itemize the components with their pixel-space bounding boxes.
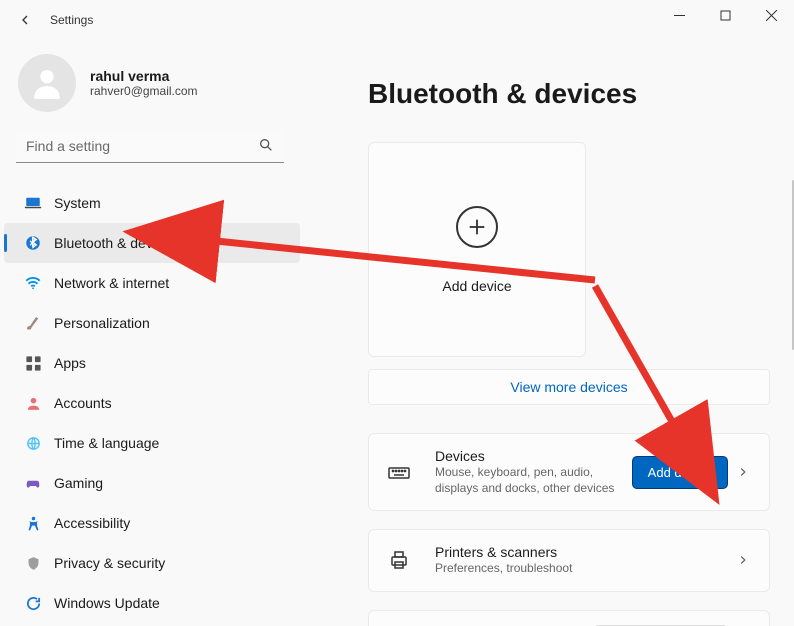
your-phone-card[interactable]: Your Phone Instantly access your Open Yo… bbox=[368, 610, 770, 626]
accessibility-icon bbox=[22, 515, 44, 532]
sidebar-item-privacy[interactable]: Privacy & security bbox=[4, 543, 300, 583]
account-icon bbox=[22, 395, 44, 412]
sidebar-item-bluetooth[interactable]: Bluetooth & devices bbox=[4, 223, 300, 263]
search-field[interactable] bbox=[16, 130, 284, 163]
search-input[interactable] bbox=[16, 130, 284, 163]
nav-label: Privacy & security bbox=[54, 555, 165, 571]
nav-label: Time & language bbox=[54, 435, 159, 451]
card-subtitle: Mouse, keyboard, pen, audio, displays an… bbox=[435, 464, 633, 496]
titlebar: Settings bbox=[0, 0, 794, 40]
nav-label: Accounts bbox=[54, 395, 112, 411]
brush-icon bbox=[22, 314, 44, 332]
globe-icon bbox=[22, 435, 44, 452]
window-controls bbox=[656, 0, 794, 30]
add-device-card[interactable]: Add device bbox=[368, 142, 586, 357]
sidebar: rahul verma rahver0@gmail.com System bbox=[0, 40, 300, 626]
page-title: Bluetooth & devices bbox=[368, 78, 794, 110]
window-title: Settings bbox=[50, 13, 93, 27]
nav-label: Network & internet bbox=[54, 275, 169, 291]
bluetooth-icon bbox=[22, 234, 44, 252]
nav-label: Bluetooth & devices bbox=[54, 235, 178, 251]
sidebar-item-system[interactable]: System bbox=[4, 183, 300, 223]
nav-label: Apps bbox=[54, 355, 86, 371]
nav-label: Personalization bbox=[54, 315, 150, 331]
printers-card[interactable]: Printers & scanners Preferences, trouble… bbox=[368, 529, 770, 591]
card-title: Devices bbox=[435, 448, 633, 464]
plus-icon bbox=[456, 206, 498, 248]
nav-label: Accessibility bbox=[54, 515, 130, 531]
printer-icon bbox=[385, 548, 413, 572]
nav-label: Gaming bbox=[54, 475, 103, 491]
maximize-icon bbox=[720, 10, 731, 21]
wifi-icon bbox=[22, 274, 44, 292]
settings-window: Settings rahul verma rahver0@gmail.com bbox=[0, 0, 794, 626]
minimize-button[interactable] bbox=[656, 0, 702, 30]
view-more-label: View more devices bbox=[510, 379, 627, 395]
sidebar-item-apps[interactable]: Apps bbox=[4, 343, 300, 383]
main-content: Bluetooth & devices Add device View more… bbox=[300, 40, 794, 626]
sidebar-item-network[interactable]: Network & internet bbox=[4, 263, 300, 303]
chevron-right-icon bbox=[733, 553, 753, 567]
sidebar-item-accessibility[interactable]: Accessibility bbox=[4, 503, 300, 543]
search-icon bbox=[258, 137, 274, 158]
sidebar-item-accounts[interactable]: Accounts bbox=[4, 383, 300, 423]
person-icon bbox=[28, 64, 66, 102]
minimize-icon bbox=[674, 10, 685, 21]
maximize-button[interactable] bbox=[702, 0, 748, 30]
laptop-icon bbox=[22, 194, 44, 212]
chevron-right-icon bbox=[733, 465, 753, 479]
nav-label: System bbox=[54, 195, 101, 211]
sidebar-item-update[interactable]: Windows Update bbox=[4, 583, 300, 623]
apps-icon bbox=[22, 355, 44, 372]
card-title: Printers & scanners bbox=[435, 544, 727, 560]
profile-name: rahul verma bbox=[90, 68, 198, 84]
profile-email: rahver0@gmail.com bbox=[90, 84, 198, 98]
gamepad-icon bbox=[22, 474, 44, 492]
nav-label: Windows Update bbox=[54, 595, 160, 611]
sidebar-item-personalization[interactable]: Personalization bbox=[4, 303, 300, 343]
avatar bbox=[18, 54, 76, 112]
view-more-devices-link[interactable]: View more devices bbox=[368, 369, 770, 405]
card-subtitle: Preferences, troubleshoot bbox=[435, 560, 727, 576]
devices-card[interactable]: Devices Mouse, keyboard, pen, audio, dis… bbox=[368, 433, 770, 511]
add-device-label: Add device bbox=[442, 278, 511, 294]
close-button[interactable] bbox=[748, 0, 794, 30]
keyboard-icon bbox=[385, 460, 413, 484]
sidebar-item-gaming[interactable]: Gaming bbox=[4, 463, 300, 503]
shield-icon bbox=[22, 555, 44, 572]
close-icon bbox=[766, 10, 777, 21]
update-icon bbox=[22, 595, 44, 612]
sidebar-item-time[interactable]: Time & language bbox=[4, 423, 300, 463]
back-button[interactable] bbox=[12, 5, 42, 35]
profile-block[interactable]: rahul verma rahver0@gmail.com bbox=[0, 48, 300, 130]
nav-list: System Bluetooth & devices Network & int… bbox=[0, 183, 300, 623]
add-device-button[interactable]: Add device bbox=[633, 457, 727, 488]
